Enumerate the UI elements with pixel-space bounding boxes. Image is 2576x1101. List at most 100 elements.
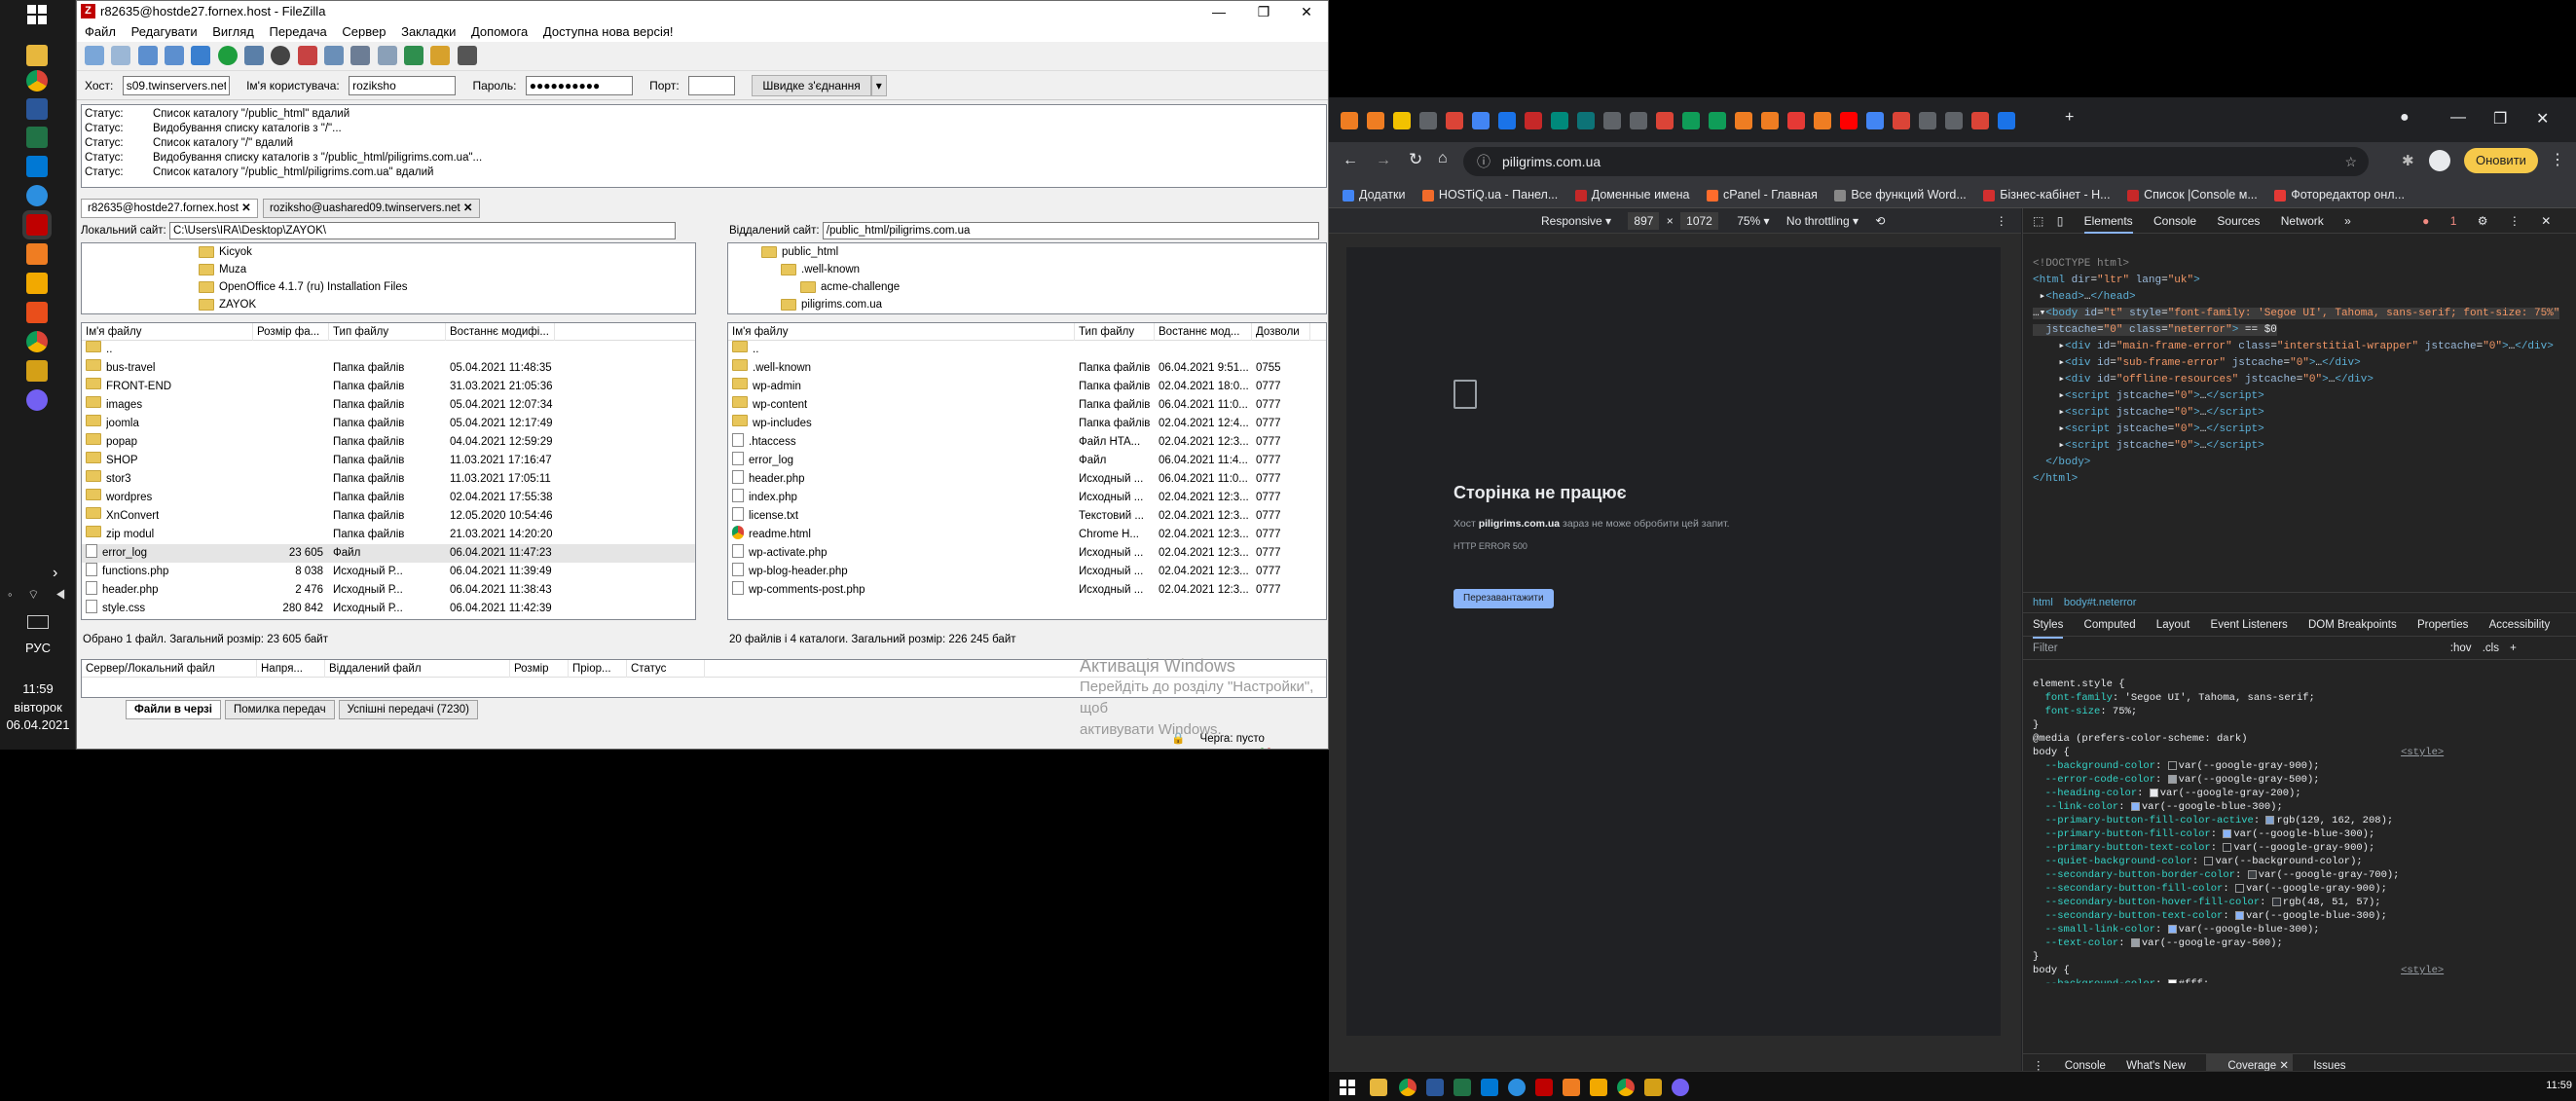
browser-tab[interactable]	[1419, 112, 1437, 129]
port-input[interactable]	[688, 76, 735, 95]
toggle-tree-icon[interactable]	[137, 46, 158, 65]
menu-file[interactable]: Файл	[85, 22, 116, 42]
close-button[interactable]: ✕	[1284, 1, 1328, 22]
quickconnect-button[interactable]: Швидке з'єднання	[752, 75, 871, 96]
more-options-icon[interactable]: ⋮	[1996, 214, 2007, 228]
file-row[interactable]: wp-activate.php Исходный ... 02.04.2021 12…	[728, 544, 1326, 563]
toggle-queue-icon[interactable]	[191, 46, 211, 65]
minimize-button[interactable]: —	[1196, 1, 1241, 22]
vscode-icon[interactable]	[26, 156, 48, 177]
file-row[interactable]: wp-comments-post.php Исходный ... 02.04.20…	[728, 581, 1326, 600]
menu-new-version[interactable]: Доступна нова версія!	[543, 22, 674, 42]
file-row[interactable]: header.php 2 476 Исходный Р... 06.04.2021 1…	[82, 581, 695, 600]
reload-icon[interactable]: ↻	[1409, 150, 1422, 169]
omnibox[interactable]: ⓘ piligrims.com.ua ☆	[1463, 147, 2369, 176]
file-row[interactable]: error_log Файл 06.04.2021 11:4... 0777	[728, 452, 1326, 470]
bookmark-item[interactable]: cPanel - Главная	[1706, 181, 1818, 208]
browser-tab[interactable]	[1551, 112, 1568, 129]
browser-tab[interactable]	[1893, 112, 1910, 129]
tab-close-icon[interactable]: ✕	[463, 202, 473, 214]
excel-icon[interactable]	[1454, 1079, 1471, 1096]
reconnect-icon[interactable]	[324, 46, 345, 65]
local-path-input[interactable]	[168, 221, 676, 239]
col-type[interactable]: Тип файлу	[329, 323, 446, 341]
tab-layout[interactable]: Layout	[2156, 613, 2190, 637]
file-row[interactable]: FRONT-END Папка файлів 31.03.2021 21:05:36	[82, 378, 695, 396]
dom-tree[interactable]: <!DOCTYPE html> <html dir="ltr" lang="uk…	[2023, 234, 2576, 592]
app-icon-1[interactable]	[1563, 1079, 1580, 1096]
tab-properties[interactable]: Properties	[2417, 613, 2468, 637]
edge-icon[interactable]	[1508, 1079, 1526, 1096]
edge-icon[interactable]	[26, 185, 48, 206]
styles-pane[interactable]: element.style { font-family: 'Segoe UI',…	[2023, 660, 2576, 983]
window-close-icon[interactable]: ✕	[2536, 109, 2549, 128]
extensions-icon[interactable]: ✱	[2402, 152, 2414, 169]
tab-event-listeners[interactable]: Event Listeners	[2211, 613, 2288, 637]
file-row[interactable]: wp-admin Папка файлів 02.04.2021 18:0... 07…	[728, 378, 1326, 396]
bottom-clock[interactable]: 11:59	[2546, 1080, 2572, 1091]
file-row[interactable]: ..	[82, 341, 695, 359]
tab-close-icon[interactable]: ✕	[241, 202, 251, 214]
bookmark-item[interactable]: Бізнес-кабінет - Н...	[1983, 181, 2111, 208]
tab-dom-breakpoints[interactable]: DOM Breakpoints	[2308, 613, 2397, 637]
filter-icon[interactable]	[350, 46, 371, 65]
browser-tab[interactable]	[1577, 112, 1595, 129]
menu-dots-icon[interactable]: ⋮	[2550, 150, 2565, 169]
browser-tab[interactable]	[1525, 112, 1542, 129]
rotate-icon[interactable]: ⟲	[1875, 214, 1885, 228]
bookmark-item[interactable]: Доменные имена	[1574, 181, 1689, 208]
tab-styles[interactable]: Styles	[2033, 613, 2064, 639]
col-size[interactable]: Розмір	[510, 660, 569, 678]
message-log[interactable]: Статус: Список каталогу "/public_html" вд…	[81, 104, 1327, 188]
error-badge[interactable]: ● 1	[2422, 208, 2456, 234]
file-row[interactable]: functions.php 8 038 Исходный Р... 06.04.202…	[82, 563, 695, 581]
word-icon[interactable]	[1426, 1079, 1444, 1096]
browser-tab[interactable]	[1603, 112, 1621, 129]
file-row[interactable]: images Папка файлів 05.04.2021 12:07:34	[82, 396, 695, 415]
file-row[interactable]: license.txt Текстовий ... 02.04.2021 12:3.…	[728, 507, 1326, 526]
crumb-html[interactable]: html	[2033, 597, 2053, 608]
hov-toggle[interactable]: :hov	[2450, 642, 2472, 654]
sync-browse-icon[interactable]	[404, 46, 424, 65]
col-status[interactable]: Статус	[627, 660, 705, 678]
bookmark-item[interactable]: Все функций Word...	[1834, 181, 1967, 208]
url-text[interactable]: piligrims.com.ua	[1502, 154, 1601, 169]
browser-tab[interactable]	[1630, 112, 1647, 129]
settings-gear-icon[interactable]: ⚙	[2478, 208, 2488, 234]
menu-bookmarks[interactable]: Закладки	[401, 22, 456, 42]
tab-failed-transfers[interactable]: Помилка передач	[224, 700, 335, 719]
browser-tab[interactable]	[1919, 112, 1936, 129]
viber-icon[interactable]	[26, 389, 48, 411]
star-icon[interactable]: ☆	[2344, 147, 2357, 176]
tree-item[interactable]: OpenOffice 4.1.7 (ru) Installation Files	[199, 278, 695, 296]
app-icon-2[interactable]	[1590, 1079, 1607, 1096]
keyboard-icon[interactable]	[27, 615, 49, 629]
vscode-icon[interactable]	[1481, 1079, 1498, 1096]
add-rule-icon[interactable]: +	[2510, 642, 2517, 654]
tree-item[interactable]: acme-challenge	[752, 278, 1326, 296]
styles-filter-input[interactable]: Filter	[2033, 642, 2058, 654]
tab-queued-files[interactable]: Файли в черзі	[126, 700, 221, 719]
host-input[interactable]	[122, 76, 230, 95]
cancel-icon[interactable]	[271, 46, 291, 65]
chrome-icon[interactable]	[26, 70, 48, 92]
col-modified[interactable]: Востаннє модифі...	[446, 323, 555, 341]
col-size[interactable]: Розмір фа...	[253, 323, 329, 341]
bookmark-item[interactable]: HOSTiQ.ua - Панел...	[1421, 181, 1558, 208]
browser-tab[interactable]	[1761, 112, 1779, 129]
browser-tab[interactable]	[1498, 112, 1516, 129]
inspect-icon[interactable]: ⬚	[2033, 208, 2043, 234]
file-row[interactable]: zip modul Папка файлів 21.03.2021 14:20:20	[82, 526, 695, 544]
browser-tab[interactable]	[1866, 112, 1884, 129]
app-icon-3[interactable]	[26, 302, 48, 323]
chevron-right-icon[interactable]: ›	[53, 565, 57, 582]
tab-successful-transfers[interactable]: Успішні передачі (7230)	[338, 700, 478, 719]
col-filename[interactable]: Ім'я файлу	[728, 323, 1075, 341]
crumb-body[interactable]: body#t.neterror	[2064, 597, 2137, 608]
tab-accessibility[interactable]: Accessibility	[2489, 613, 2551, 637]
browser-tab[interactable]	[1814, 112, 1831, 129]
chrome-icon-2[interactable]	[26, 331, 48, 352]
file-row[interactable]: .htaccess Файл HTA... 02.04.2021 12:3... 07…	[728, 433, 1326, 452]
bookmark-apps[interactable]: Додатки	[1343, 181, 1405, 208]
file-row[interactable]: popap Папка файлів 04.04.2021 12:59:29	[82, 433, 695, 452]
